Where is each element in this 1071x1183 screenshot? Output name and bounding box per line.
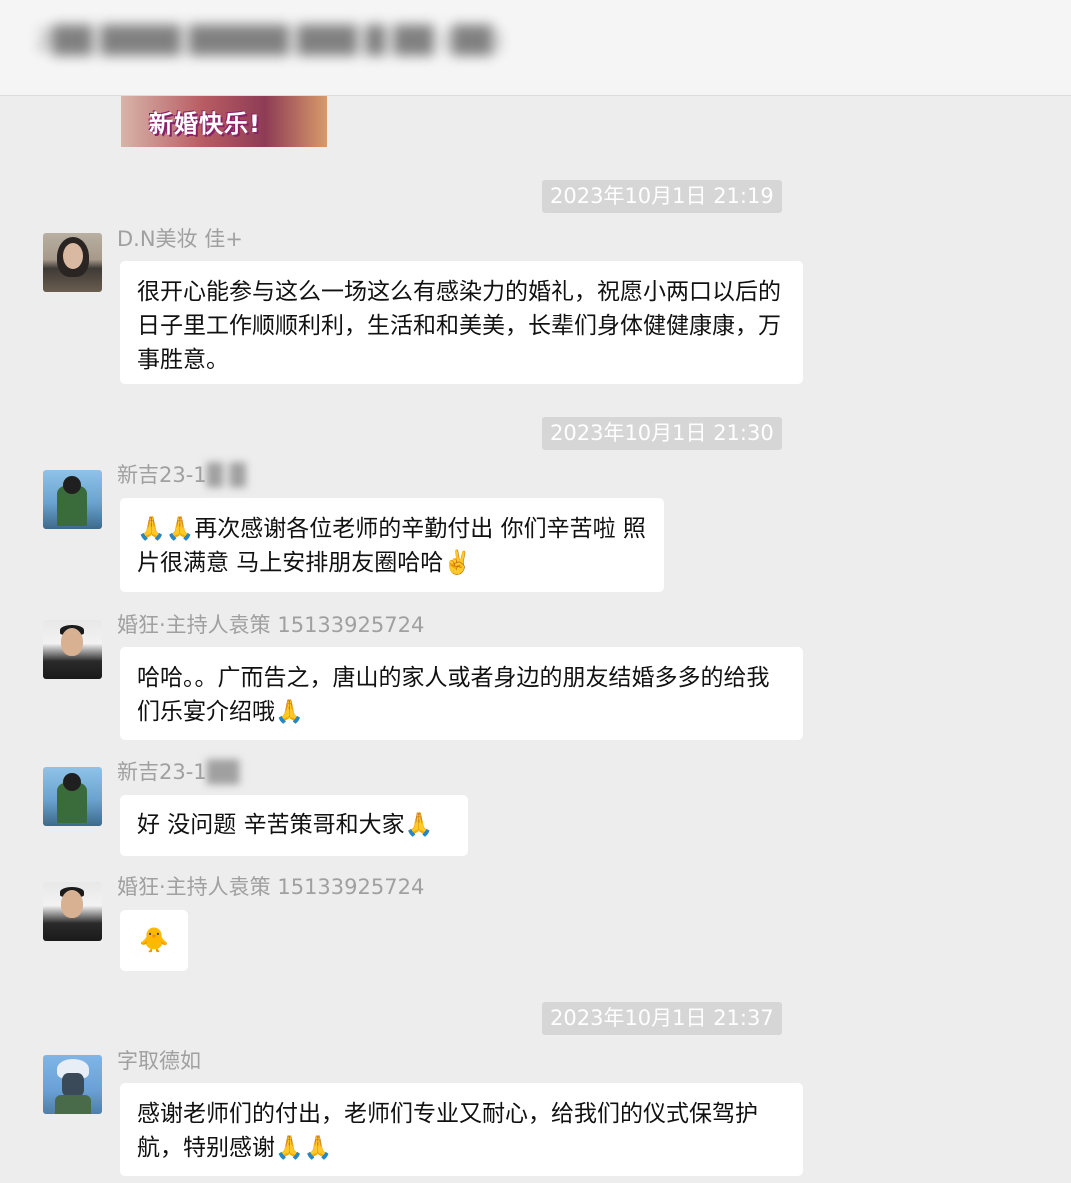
emoji-icon: 🐥 <box>139 926 169 954</box>
chat-title: 2██ ████ █████ ███ █ ██ (██) <box>36 26 503 56</box>
sender-name: 婚狂·主持人袁策 15133925724 <box>117 613 425 637</box>
message-bubble[interactable]: 🐥 <box>120 910 188 971</box>
message-bubble[interactable]: 哈哈。。广而告之，唐山的家人或者身边的朋友结婚多多的给我们乐宴介绍哦🙏 <box>120 647 803 740</box>
message-bubble[interactable]: 很开心能参与这么一场这么有感染力的婚礼，祝愿小两口以后的日子里工作顺顺利利，生活… <box>120 261 803 384</box>
sender-name: 新吉23-1█ █ <box>117 463 246 487</box>
timestamp: 2023年10月1日 21:19 <box>542 180 782 213</box>
message-text: 好 没问题 辛苦策哥和大家🙏 <box>137 812 434 838</box>
sticker-text: 新婚快乐! <box>149 110 261 138</box>
timestamp: 2023年10月1日 21:30 <box>542 417 782 450</box>
message-bubble[interactable]: 好 没问题 辛苦策哥和大家🙏 <box>120 795 468 856</box>
sender-name: 字取德如 <box>117 1049 201 1073</box>
message-text: 🙏🙏再次感谢各位老师的辛勤付出 你们辛苦啦 照片很满意 马上安排朋友圈哈哈✌️ <box>137 516 646 576</box>
timestamp: 2023年10月1日 21:37 <box>542 1002 782 1035</box>
wedding-sticker-image[interactable]: 新婚快乐! <box>121 96 327 147</box>
sender-name: 婚狂·主持人袁策 15133925724 <box>117 875 425 899</box>
chat-header: 2██ ████ █████ ███ █ ██ (██) <box>0 0 1071 96</box>
avatar[interactable] <box>43 470 102 529</box>
avatar[interactable] <box>43 767 102 826</box>
avatar[interactable] <box>43 882 102 941</box>
message-text: 很开心能参与这么一场这么有感染力的婚礼，祝愿小两口以后的日子里工作顺顺利利，生活… <box>137 279 781 373</box>
avatar[interactable] <box>43 620 102 679</box>
message-text: 哈哈。。广而告之，唐山的家人或者身边的朋友结婚多多的给我们乐宴介绍哦🙏 <box>137 665 770 725</box>
sender-name: D.N美妆 佳+ <box>117 227 243 251</box>
message-bubble[interactable]: 感谢老师们的付出，老师们专业又耐心，给我们的仪式保驾护航，特别感谢🙏🙏 <box>120 1083 803 1176</box>
avatar[interactable] <box>43 233 102 292</box>
message-bubble[interactable]: 🙏🙏再次感谢各位老师的辛勤付出 你们辛苦啦 照片很满意 马上安排朋友圈哈哈✌️ <box>120 498 664 592</box>
sender-name: 新吉23-1██ <box>117 760 239 784</box>
avatar[interactable] <box>43 1055 102 1114</box>
message-text: 感谢老师们的付出，老师们专业又耐心，给我们的仪式保驾护航，特别感谢🙏🙏 <box>137 1101 758 1161</box>
